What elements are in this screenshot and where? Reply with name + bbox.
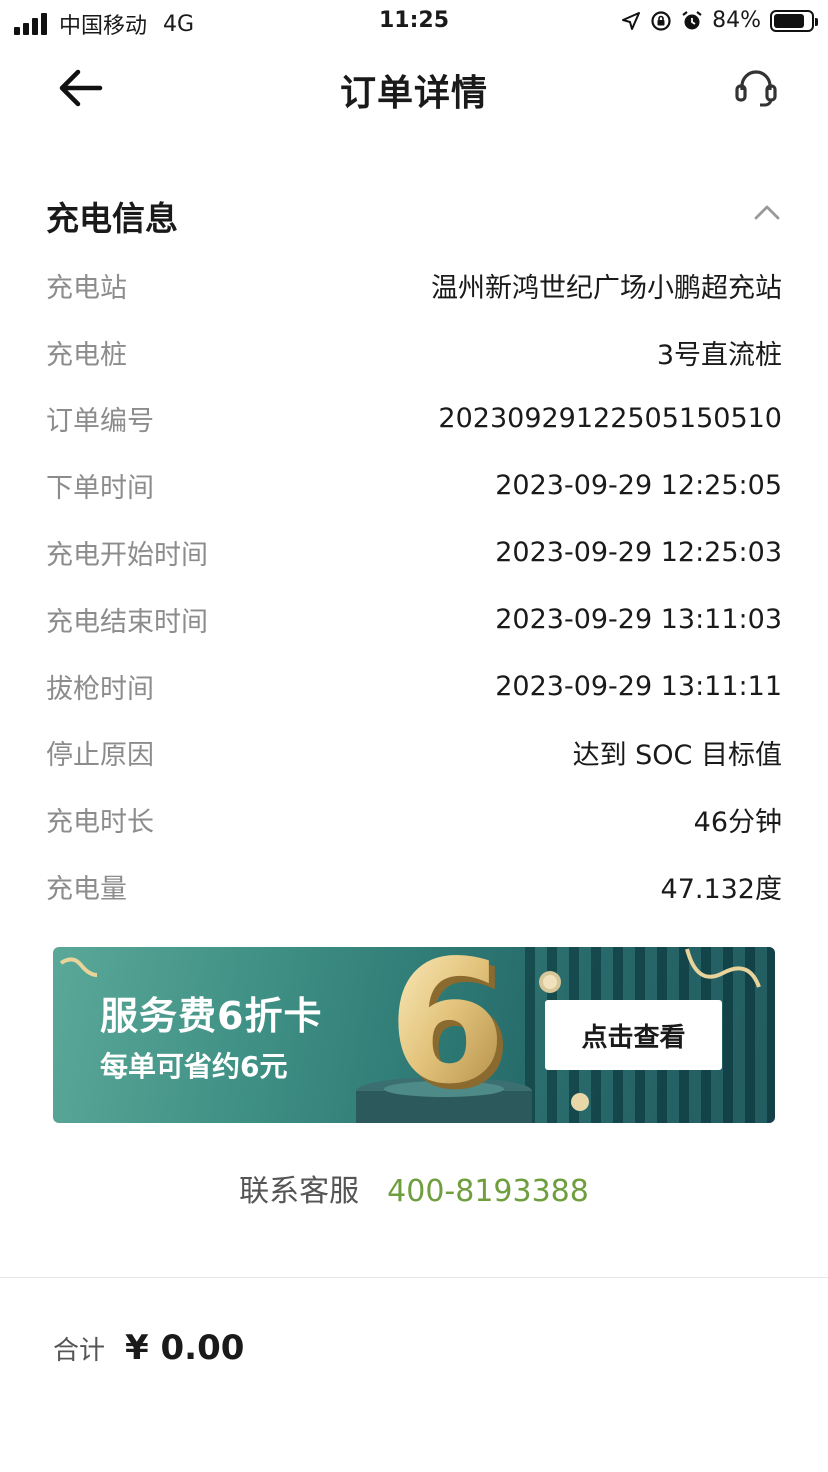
info-row-order-number: 订单编号 20230929122505150510 bbox=[46, 386, 782, 453]
info-value: 46分钟 bbox=[693, 807, 782, 839]
ball-decoration bbox=[571, 1093, 589, 1111]
info-label: 订单编号 bbox=[46, 406, 154, 438]
view-card-button[interactable]: 点击查看 bbox=[545, 1000, 722, 1070]
divider bbox=[0, 1277, 828, 1278]
total-amount: ¥ 0.00 bbox=[125, 1328, 245, 1368]
info-value: 2023-09-29 12:25:03 bbox=[495, 537, 782, 569]
status-right: 84% bbox=[621, 8, 818, 33]
charging-info-list: 充电站 温州新鸿世纪广场小鹏超充站 充电桩 3号直流桩 订单编号 2023092912… bbox=[46, 252, 782, 920]
headset-icon bbox=[735, 70, 777, 107]
info-label: 充电结束时间 bbox=[46, 606, 208, 638]
info-label: 拔枪时间 bbox=[46, 673, 154, 705]
info-value: 2023-09-29 13:11:11 bbox=[495, 670, 782, 702]
customer-service-button[interactable] bbox=[734, 66, 778, 110]
section-title: 充电信息 bbox=[46, 199, 178, 238]
info-value: 温州新鸿世纪广场小鹏超充站 bbox=[431, 272, 782, 304]
battery-level bbox=[774, 13, 805, 28]
confetti-decoration bbox=[59, 957, 98, 977]
info-label: 停止原因 bbox=[46, 740, 154, 772]
info-row-charger: 充电桩 3号直流桩 bbox=[46, 319, 782, 386]
info-row-duration: 充电时长 46分钟 bbox=[46, 786, 782, 853]
contact-service: 联系客服 400-8193388 bbox=[0, 1166, 828, 1210]
ribbon-decoration bbox=[685, 948, 761, 988]
status-bar: 中国移动 4G 11:25 84% bbox=[0, 0, 828, 44]
info-label: 充电桩 bbox=[46, 339, 127, 371]
info-value: 2023-09-29 12:25:05 bbox=[495, 470, 782, 502]
page-title: 订单详情 bbox=[339, 73, 488, 114]
info-label: 充电开始时间 bbox=[46, 540, 208, 572]
gold-six-decoration: 6 6 bbox=[388, 947, 512, 1107]
order-detail-page: 中国移动 4G 11:25 84% 订单详情 充电信息 充电站 温州新鸿世纪广场… bbox=[0, 0, 828, 1472]
info-row-station: 充电站 温州新鸿世纪广场小鹏超充站 bbox=[46, 252, 782, 319]
nav-bar: 订单详情 bbox=[0, 44, 828, 134]
banner-digit: 6 bbox=[388, 947, 506, 1107]
banner-title: 服务费6折卡 bbox=[100, 994, 323, 1038]
info-value: 达到 SOC 目标值 bbox=[572, 740, 782, 772]
contact-phone-link[interactable]: 400-8193388 bbox=[387, 1174, 589, 1209]
chevron-up-icon[interactable] bbox=[752, 200, 782, 224]
charging-info-header[interactable]: 充电信息 bbox=[46, 192, 782, 238]
rotation-lock-icon bbox=[651, 10, 671, 31]
info-value: 3号直流桩 bbox=[656, 339, 782, 371]
info-value: 47.132度 bbox=[660, 874, 782, 906]
info-label: 充电时长 bbox=[46, 807, 154, 839]
info-label: 下单时间 bbox=[46, 473, 154, 505]
battery-icon bbox=[770, 9, 818, 32]
info-row-start-time: 充电开始时间 2023-09-29 12:25:03 bbox=[46, 519, 782, 586]
info-value: 2023-09-29 13:11:03 bbox=[495, 603, 782, 635]
service-fee-card-banner[interactable]: 6 6 服务费6折卡 每单可省约6元 点击查看 bbox=[53, 947, 775, 1123]
location-icon bbox=[622, 11, 641, 30]
contact-label: 联系客服 bbox=[239, 1174, 360, 1209]
banner-subtitle: 每单可省约6元 bbox=[100, 1050, 288, 1083]
order-total: 合计 ¥ 0.00 bbox=[53, 1328, 244, 1368]
info-row-unplug-time: 拔枪时间 2023-09-29 13:11:11 bbox=[46, 653, 782, 720]
battery-percent: 84% bbox=[712, 8, 761, 33]
info-label: 充电量 bbox=[46, 874, 127, 906]
info-row-stop-reason: 停止原因 达到 SOC 目标值 bbox=[46, 720, 782, 787]
alarm-icon bbox=[682, 10, 702, 29]
info-value: 20230929122505150510 bbox=[438, 403, 782, 435]
total-label: 合计 bbox=[53, 1336, 106, 1366]
info-row-order-time: 下单时间 2023-09-29 12:25:05 bbox=[46, 452, 782, 519]
coin-decoration bbox=[539, 971, 561, 993]
info-row-energy: 充电量 47.132度 bbox=[46, 853, 782, 920]
info-row-end-time: 充电结束时间 2023-09-29 13:11:03 bbox=[46, 586, 782, 653]
info-label: 充电站 bbox=[46, 272, 127, 304]
